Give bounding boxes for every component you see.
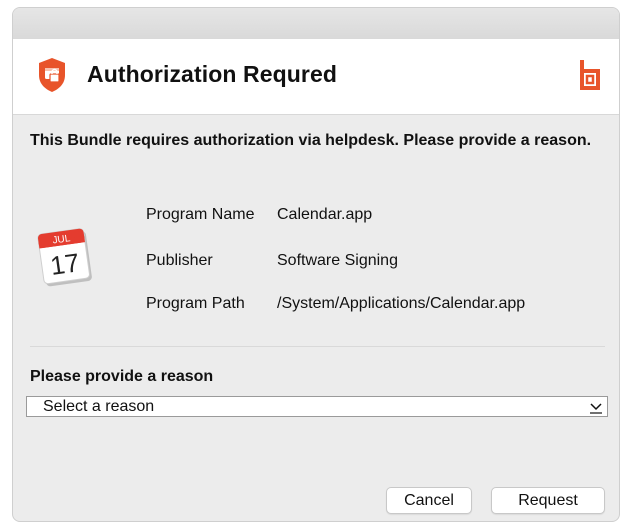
window-titlebar[interactable] xyxy=(13,8,619,40)
reason-select[interactable]: Select a reason xyxy=(26,396,608,417)
dialog-title: Authorization Requred xyxy=(87,61,337,87)
chevron-down-icon xyxy=(590,403,602,414)
dialog-header: Authorization Requred xyxy=(13,39,619,115)
program-name-value: Calendar.app xyxy=(277,206,373,223)
section-divider xyxy=(30,346,605,347)
authorization-dialog: Authorization Requred This Bundle requir… xyxy=(12,7,620,522)
request-button[interactable]: Request xyxy=(491,487,605,514)
publisher-label: Publisher xyxy=(146,252,213,269)
shield-lock-icon xyxy=(39,58,65,92)
cancel-button[interactable]: Cancel xyxy=(386,487,472,514)
brand-logo-icon xyxy=(580,60,600,90)
program-path-value: /System/Applications/Calendar.app xyxy=(277,295,526,312)
program-path-label: Program Path xyxy=(146,295,245,312)
calendar-app-icon: JUL 17 xyxy=(37,228,92,287)
calendar-day-label: 17 xyxy=(48,247,81,281)
reason-label: Please provide a reason xyxy=(30,368,214,385)
program-name-label: Program Name xyxy=(146,206,255,223)
reason-select-value: Select a reason xyxy=(43,398,155,415)
publisher-value: Software Signing xyxy=(277,252,398,269)
authorization-prompt: This Bundle requires authorization via h… xyxy=(30,132,592,149)
